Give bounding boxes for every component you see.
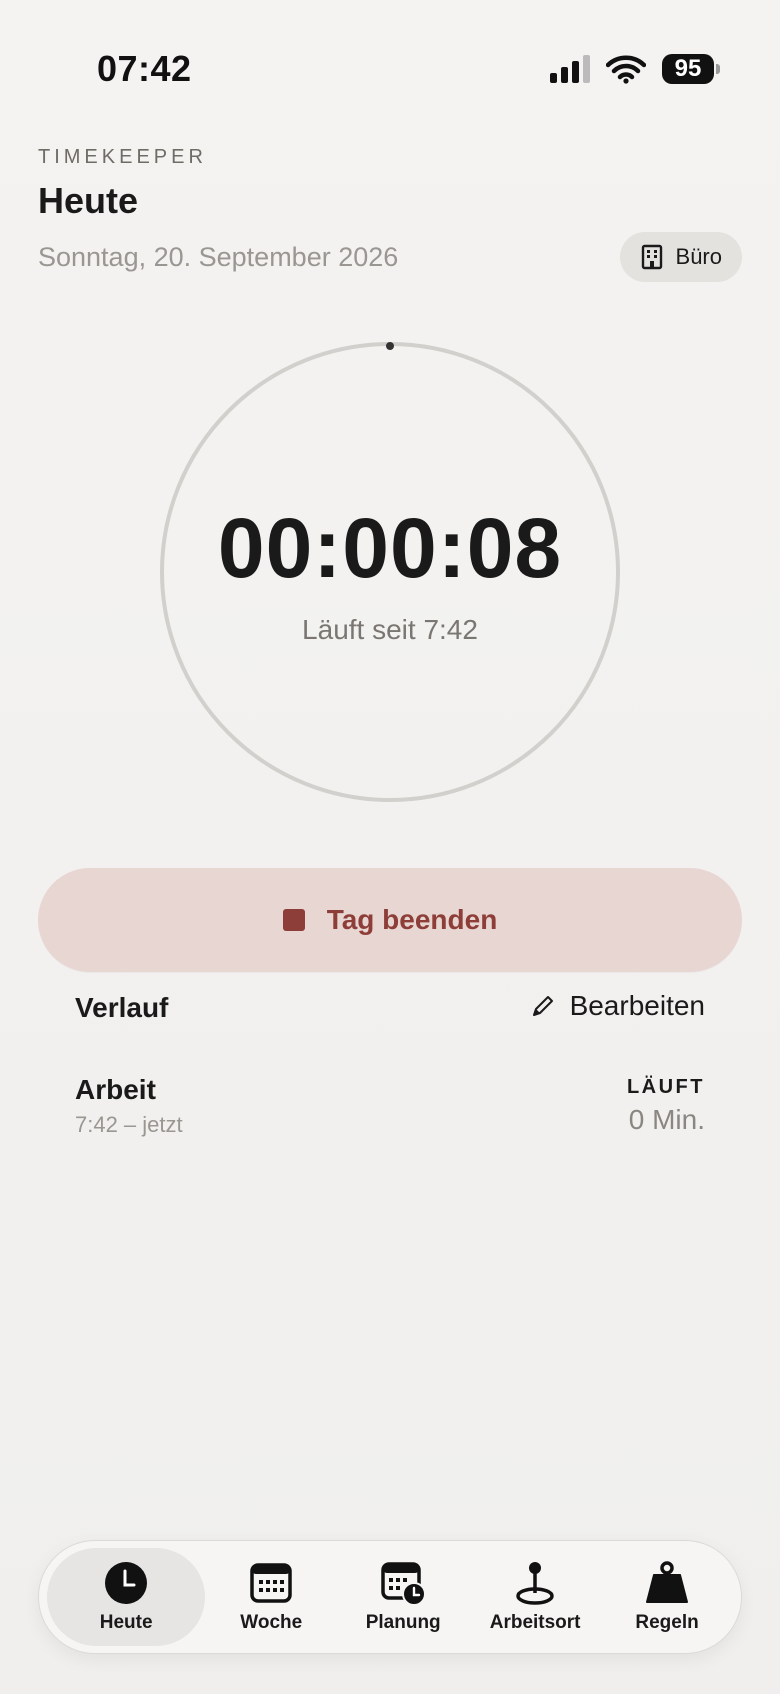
wifi-icon: [606, 55, 646, 84]
status-time: 07:42: [97, 48, 192, 89]
pencil-icon: [532, 996, 553, 1016]
calendar-clock-icon: [381, 1562, 427, 1606]
tab-woche[interactable]: Woche: [205, 1548, 337, 1646]
location-chip-label: Büro: [675, 244, 722, 269]
entry-time-range: 7:42 – jetzt: [75, 1112, 183, 1137]
location-pin-icon: [516, 1562, 554, 1605]
end-day-label: Tag beenden: [326, 904, 498, 935]
end-day-button[interactable]: Tag beenden: [38, 868, 742, 972]
clock-icon: [105, 1562, 148, 1604]
app-label: TIMEKEEPER: [38, 146, 207, 168]
date-label: Sonntag, 20. September 2026: [38, 242, 399, 272]
tab-label: Heute: [99, 1612, 153, 1633]
tab-bar: Heute Woche Planung Arbeitsort Regeln: [38, 1540, 742, 1654]
tab-label: Planung: [365, 1612, 441, 1633]
history-title: Verlauf: [75, 992, 169, 1023]
timer-value: 00:00:08: [217, 501, 563, 595]
page-title: Heute: [38, 180, 139, 221]
battery-icon: 95: [662, 54, 720, 84]
tab-regeln[interactable]: Regeln: [601, 1548, 733, 1646]
edit-button[interactable]: Bearbeiten: [530, 990, 705, 1022]
signal-icon: [550, 55, 590, 83]
entry-name: Arbeit: [75, 1074, 156, 1105]
tab-planung[interactable]: Planung: [337, 1548, 469, 1646]
tab-label: Woche: [240, 1612, 303, 1633]
tab-arbeitsort[interactable]: Arbeitsort: [469, 1548, 601, 1646]
timer-subtitle: Läuft seit 7:42: [302, 614, 478, 645]
tab-label: Arbeitsort: [489, 1612, 581, 1633]
weight-icon: [646, 1561, 689, 1603]
entry-duration: 0 Min.: [628, 1104, 705, 1135]
location-chip[interactable]: Büro: [619, 232, 742, 282]
edit-label: Bearbeiten: [569, 990, 705, 1021]
battery-level: 95: [662, 54, 714, 84]
building-icon: [641, 244, 662, 270]
tab-heute[interactable]: Heute: [47, 1548, 206, 1646]
tab-label: Regeln: [635, 1612, 699, 1633]
timer-progress-dot: [386, 342, 394, 350]
stop-icon: [282, 909, 305, 931]
status-indicators: 95: [550, 54, 720, 84]
calendar-icon: [250, 1563, 293, 1603]
entry-status-badge: LÄUFT: [626, 1076, 705, 1098]
